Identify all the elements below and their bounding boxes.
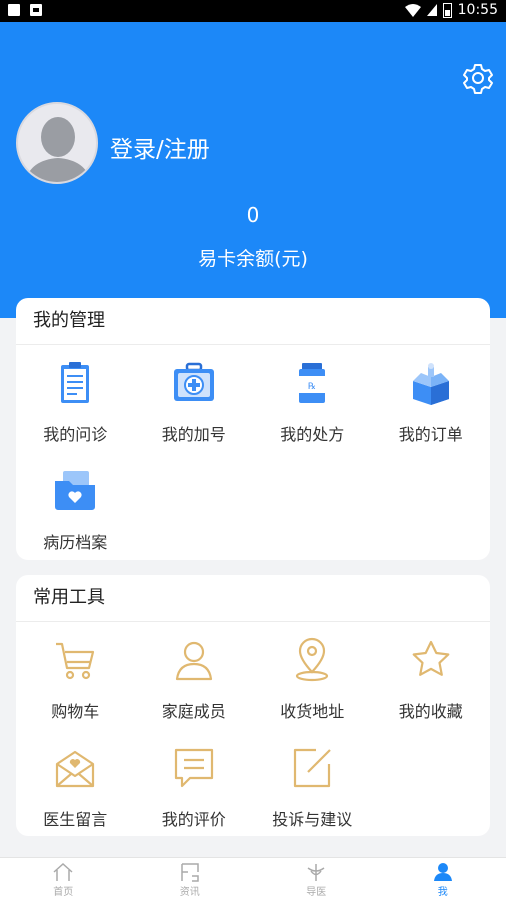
tab-guide-label: 导医	[306, 883, 326, 898]
shopping-cart-label: 购物车	[51, 698, 99, 722]
battery-icon	[443, 3, 452, 18]
status-time: 10:55	[458, 2, 498, 18]
status-bar: 10:55	[0, 0, 506, 22]
cart-icon	[51, 636, 99, 684]
tab-news[interactable]: 资讯	[127, 858, 254, 901]
tab-news-label: 资讯	[180, 883, 200, 898]
location-icon	[288, 636, 336, 684]
card-balance-label: 易卡余额(元)	[0, 244, 506, 271]
management-title: 我的管理	[16, 298, 490, 345]
medical-folder-icon	[51, 467, 99, 515]
my-consultation-item[interactable]: 我的问诊	[16, 353, 135, 461]
avatar[interactable]	[16, 102, 98, 184]
tools-title: 常用工具	[16, 575, 490, 622]
clipboard-icon	[51, 359, 99, 407]
my-appointment-label: 我的加号	[162, 421, 226, 445]
family-members-item[interactable]: 家庭成员	[135, 630, 254, 738]
my-prescription-label: 我的处方	[280, 421, 344, 445]
prescription-bottle-icon: ℞	[288, 359, 336, 407]
tools-card: 常用工具 购物车 家庭成员	[16, 575, 490, 836]
settings-gear-icon[interactable]	[462, 62, 494, 94]
management-card: 我的管理 我的问诊 我的加号	[16, 298, 490, 560]
tab-profile[interactable]: 我	[380, 858, 506, 901]
bottom-tab-bar: 首页 资讯 导医 我	[0, 857, 506, 901]
comment-icon	[170, 744, 218, 792]
login-register-link[interactable]: 登录/注册	[110, 130, 210, 164]
my-reviews-item[interactable]: 我的评价	[135, 738, 254, 846]
home-icon	[52, 862, 74, 882]
photo-notification-icon	[30, 4, 42, 16]
card-balance-value: 0	[0, 203, 506, 227]
medical-records-label: 病历档案	[43, 529, 107, 553]
notification-icon	[8, 4, 20, 16]
user-icon	[170, 636, 218, 684]
my-appointment-item[interactable]: 我的加号	[135, 353, 254, 461]
complaints-suggestions-item[interactable]: 投诉与建议	[253, 738, 372, 846]
open-box-icon	[407, 359, 455, 407]
guide-icon	[305, 862, 327, 882]
medical-kit-icon	[170, 359, 218, 407]
complaints-suggestions-label: 投诉与建议	[272, 806, 352, 830]
tab-home-label: 首页	[53, 883, 73, 898]
my-favorites-item[interactable]: 我的收藏	[372, 630, 491, 738]
my-consultation-label: 我的问诊	[43, 421, 107, 445]
signal-icon	[427, 4, 437, 16]
doctor-messages-label: 医生留言	[43, 806, 107, 830]
family-members-label: 家庭成员	[162, 698, 226, 722]
shipping-address-label: 收货地址	[280, 698, 344, 722]
svg-text:℞: ℞	[308, 382, 316, 392]
my-reviews-label: 我的评价	[162, 806, 226, 830]
shipping-address-item[interactable]: 收货地址	[253, 630, 372, 738]
edit-icon	[288, 744, 336, 792]
medical-records-item[interactable]: 病历档案	[16, 461, 135, 569]
profile-icon	[432, 862, 454, 882]
news-icon	[179, 862, 201, 882]
my-order-item[interactable]: 我的订单	[372, 353, 491, 461]
envelope-icon	[51, 744, 99, 792]
shopping-cart-item[interactable]: 购物车	[16, 630, 135, 738]
star-icon	[407, 636, 455, 684]
tab-guide[interactable]: 导医	[253, 858, 380, 901]
tab-profile-label: 我	[438, 883, 448, 898]
my-prescription-item[interactable]: ℞ 我的处方	[253, 353, 372, 461]
my-favorites-label: 我的收藏	[399, 698, 463, 722]
doctor-messages-item[interactable]: 医生留言	[16, 738, 135, 846]
my-order-label: 我的订单	[399, 421, 463, 445]
wifi-icon	[405, 4, 421, 17]
tab-home[interactable]: 首页	[0, 858, 127, 901]
